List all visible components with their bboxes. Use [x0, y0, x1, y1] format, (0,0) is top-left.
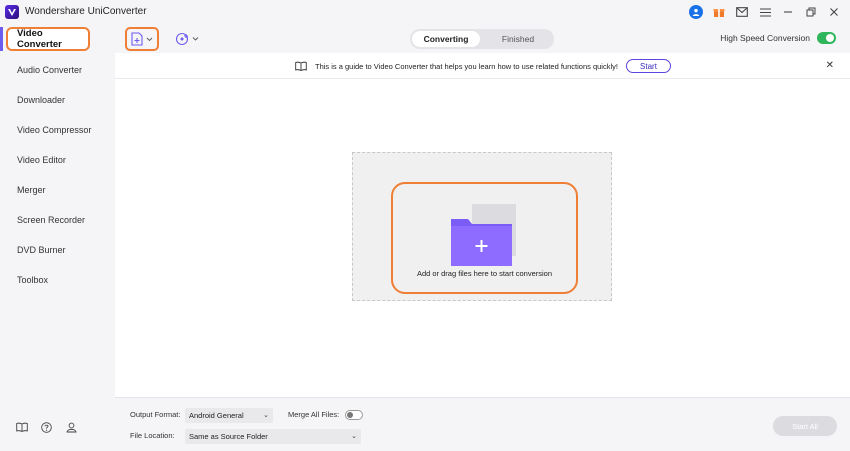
high-speed-toggle[interactable] — [817, 32, 836, 44]
gift-icon[interactable] — [709, 4, 729, 20]
toolbar: Converting Finished High Speed Conversio… — [115, 23, 850, 53]
start-all-button[interactable]: Start All — [773, 416, 837, 436]
view-tab-switch: Converting Finished — [410, 29, 554, 49]
sidebar-item-video-editor[interactable]: Video Editor — [17, 155, 66, 165]
user-icon[interactable] — [686, 4, 706, 20]
output-format-select[interactable]: Android General ⌄ — [185, 408, 273, 423]
mail-icon[interactable] — [732, 4, 752, 20]
guide-close-icon[interactable]: ✕ — [826, 60, 834, 71]
active-indicator — [0, 27, 3, 51]
sidebar-item-toolbox[interactable]: Toolbox — [17, 275, 48, 285]
merge-all-toggle[interactable] — [345, 410, 363, 420]
sidebar-item-video-converter[interactable]: Video Converter — [6, 27, 90, 51]
add-folder-icon[interactable] — [450, 204, 520, 266]
output-format-label: Output Format: — [130, 410, 181, 419]
chevron-down-icon: ⌄ — [263, 412, 269, 419]
close-icon[interactable] — [824, 4, 844, 20]
guide-book-icon — [295, 60, 307, 72]
menu-icon[interactable] — [755, 4, 775, 20]
sidebar-item-downloader[interactable]: Downloader — [17, 95, 65, 105]
add-files-button[interactable] — [125, 27, 159, 51]
sidebar-item-label: Video Converter — [17, 28, 62, 50]
guide-banner: This is a guide to Video Converter that … — [115, 53, 850, 79]
drop-target-highlight[interactable]: Add or drag files here to start conversi… — [391, 182, 578, 294]
drop-hint-text: Add or drag files here to start conversi… — [416, 269, 553, 278]
file-location-value: Same as Source Folder — [189, 432, 268, 441]
file-location-label: File Location: — [130, 431, 175, 440]
book-icon[interactable] — [15, 420, 29, 434]
high-speed-label: High Speed Conversion — [720, 33, 810, 43]
app-title: Wondershare UniConverter — [25, 6, 147, 17]
sidebar-item-dvd-burner[interactable]: DVD Burner — [17, 245, 66, 255]
sidebar-item-merger[interactable]: Merger — [17, 185, 46, 195]
sidebar: Video Converter Audio Converter Download… — [0, 23, 115, 451]
footer-bar: Output Format: Android General ⌄ Merge A… — [115, 397, 850, 451]
tab-finished[interactable]: Finished — [484, 31, 552, 47]
output-format-value: Android General — [189, 411, 244, 420]
file-location-select[interactable]: Same as Source Folder ⌄ — [185, 429, 361, 444]
sidebar-item-screen-recorder[interactable]: Screen Recorder — [17, 215, 85, 225]
guide-text: This is a guide to Video Converter that … — [315, 62, 618, 71]
help-icon[interactable] — [39, 420, 53, 434]
app-logo — [5, 4, 19, 19]
tab-converting[interactable]: Converting — [412, 31, 480, 47]
merge-all-label: Merge All Files: — [288, 410, 340, 419]
guide-start-button[interactable]: Start — [626, 59, 671, 73]
restore-icon[interactable] — [801, 4, 821, 20]
sidebar-item-audio-converter[interactable]: Audio Converter — [17, 65, 82, 75]
title-bar: Wondershare UniConverter — [0, 0, 850, 23]
chevron-down-icon: ⌄ — [351, 433, 357, 440]
file-drop-zone[interactable]: Add or drag files here to start conversi… — [352, 152, 612, 301]
account-icon[interactable] — [64, 420, 78, 434]
minimize-icon[interactable] — [778, 4, 798, 20]
sidebar-item-video-compressor[interactable]: Video Compressor — [17, 125, 91, 135]
main-panel: Converting Finished High Speed Conversio… — [115, 23, 850, 451]
add-dvd-button[interactable] — [175, 30, 201, 48]
